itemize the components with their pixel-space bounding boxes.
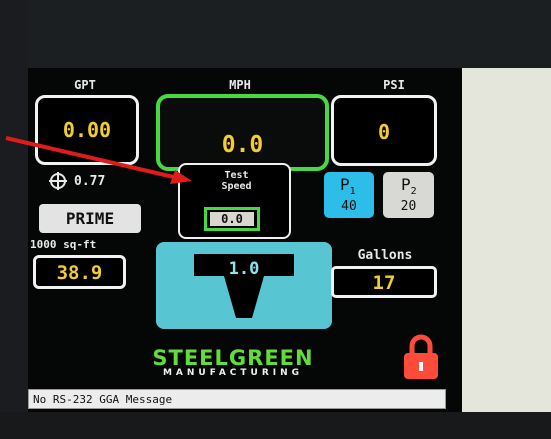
gallons-value: 17 (372, 272, 396, 294)
test-speed-value: 0.0 (210, 212, 254, 226)
monitor-bezel-bottom (0, 412, 551, 439)
controller-screen: GPT 0.00 0.77 PRIME 1000 sq-ft 38.9 MPH … (28, 68, 462, 412)
preset-p2-button[interactable]: P2 20 (383, 172, 434, 218)
gallons-display[interactable]: 17 (331, 266, 437, 298)
area-value: 38.9 (56, 262, 103, 284)
mph-label: MPH (229, 78, 251, 92)
gpt-label: GPT (74, 78, 96, 92)
preset-p2-value: 20 (400, 199, 417, 214)
preset-p2-letter: P (401, 175, 411, 194)
area-display[interactable]: 38.9 (33, 255, 126, 289)
preset-p1-label: P1 (340, 175, 356, 197)
area-label: 1000 sq-ft (30, 238, 97, 251)
test-speed-label-line1: Test (224, 170, 249, 181)
gallons-label: Gallons (357, 248, 413, 263)
prime-button[interactable]: PRIME (39, 204, 141, 233)
preset-p1-sub: 1 (349, 186, 356, 198)
test-speed-label-line2: Speed (221, 181, 252, 192)
preset-p1-value: 40 (341, 199, 357, 214)
psi-label: PSI (383, 78, 405, 92)
brand-subtitle: MANUFACTURING (162, 368, 304, 378)
preset-p2-label: P2 (401, 175, 417, 197)
nozzle-button[interactable]: 1.0 (156, 242, 332, 329)
psi-value: 0 (377, 120, 391, 144)
psi-display[interactable]: 0 (331, 95, 437, 166)
side-panel (462, 68, 551, 412)
brand-logo: STEELGREEN (152, 346, 314, 370)
status-bar: No RS-232 GGA Message (28, 389, 446, 409)
preset-p2-sub: 2 (410, 186, 417, 198)
preset-p1-letter: P (340, 175, 350, 194)
test-speed-input[interactable]: 0.0 (204, 207, 260, 231)
monitor-bezel-left (0, 0, 28, 439)
nozzle-value: 1.0 (228, 259, 260, 279)
annotation-arrow (5, 136, 192, 184)
preset-p1-button[interactable]: P1 40 (324, 172, 374, 218)
padlock-icon[interactable] (403, 334, 439, 380)
monitor-bezel-top (0, 0, 551, 68)
